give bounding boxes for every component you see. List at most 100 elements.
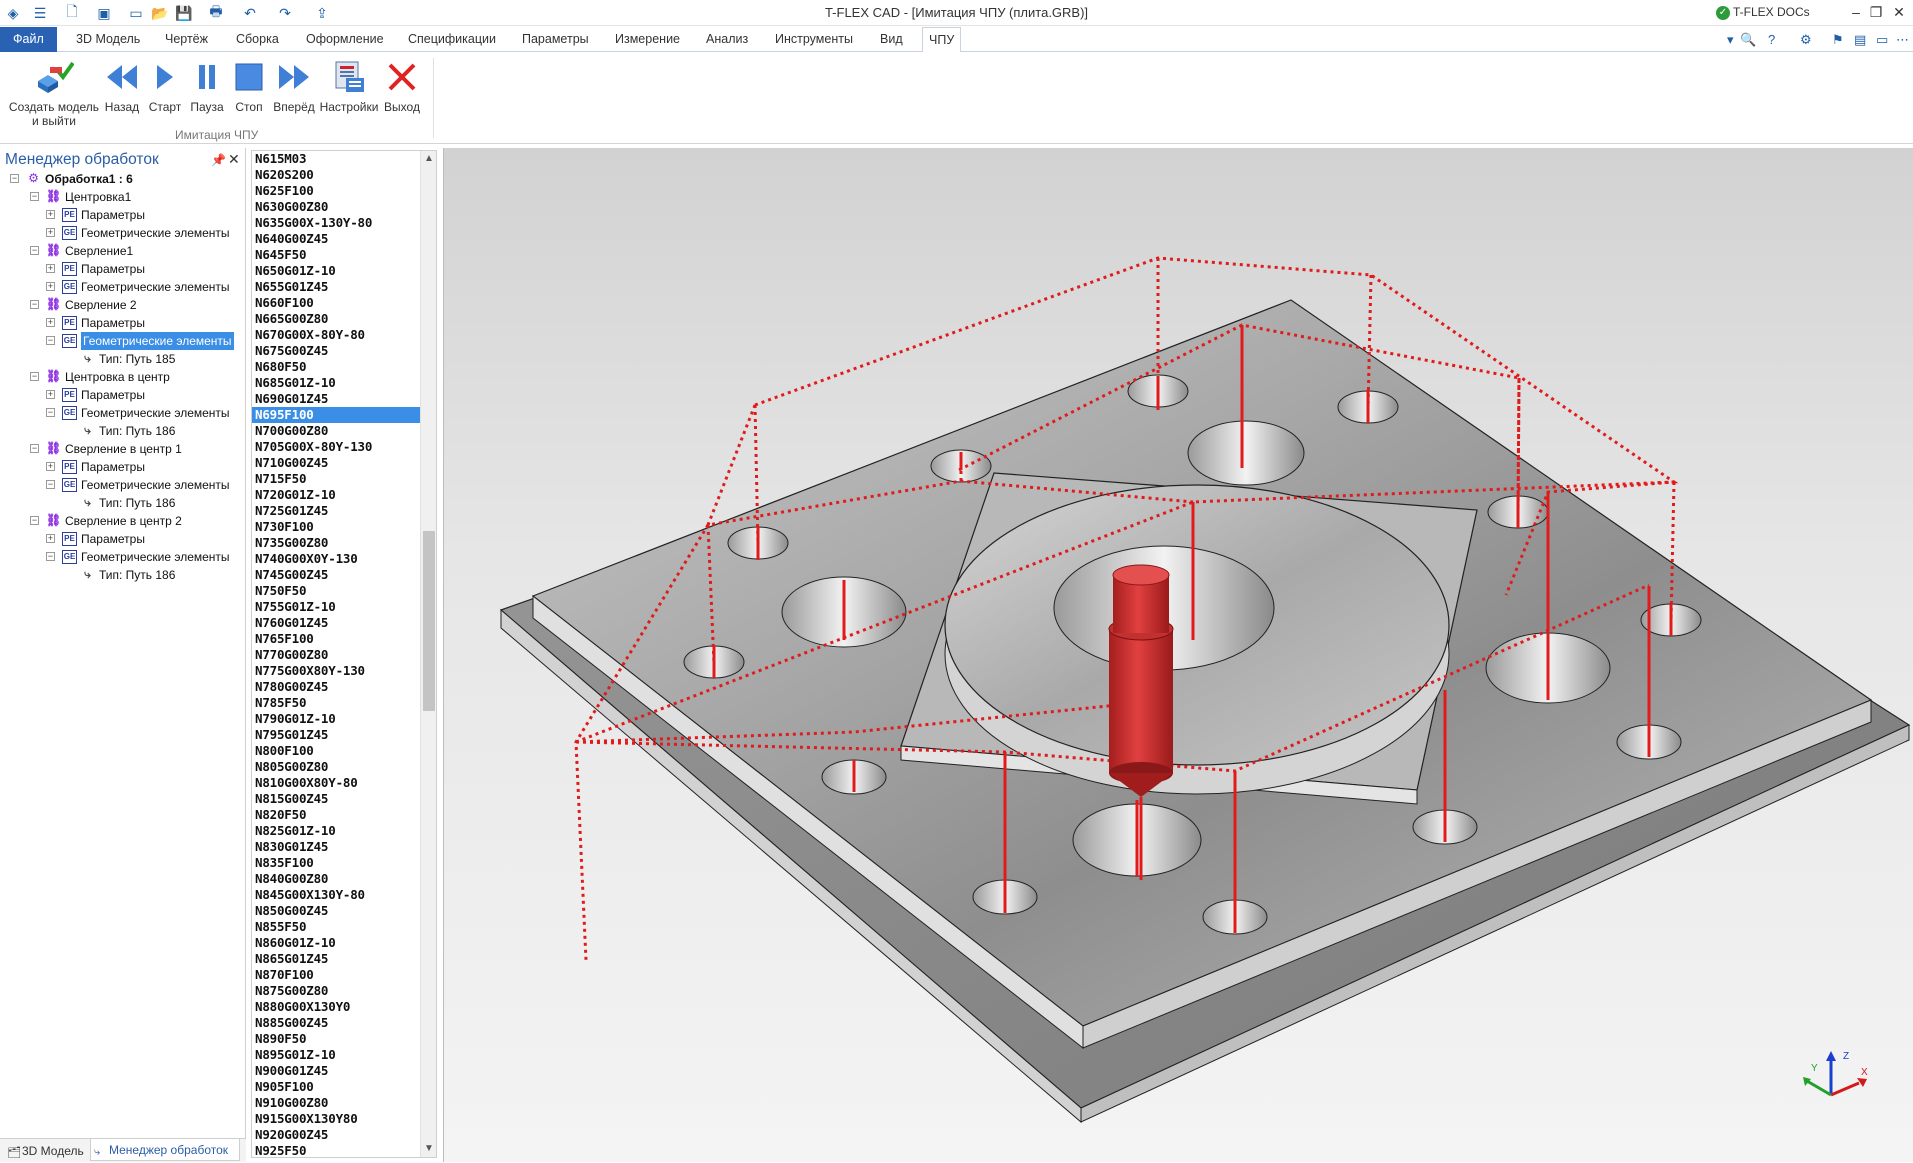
tree-geometry[interactable]: − GE Геометрические элементы: [0, 548, 246, 566]
expand-icon[interactable]: +: [46, 228, 55, 237]
tab-file[interactable]: Файл: [0, 27, 57, 52]
tab-cnc[interactable]: ЧПУ: [922, 27, 962, 53]
nc-code-line[interactable]: N795G01Z45: [252, 727, 420, 743]
nc-code-line[interactable]: N810G00X80Y-80: [252, 775, 420, 791]
collapse-icon[interactable]: −: [46, 480, 55, 489]
tree-operation[interactable]: − ⛓ Сверление в центр 1: [0, 440, 246, 458]
back-button[interactable]: Назад: [102, 58, 142, 114]
nc-code-line[interactable]: N755G01Z-10: [252, 599, 420, 615]
nc-code-line[interactable]: N720G01Z-10: [252, 487, 420, 503]
tab-specifications[interactable]: Спецификации: [402, 27, 502, 52]
docs-label[interactable]: T-FLEX DOCs: [1733, 5, 1810, 19]
nc-code-line[interactable]: N790G01Z-10: [252, 711, 420, 727]
tab-view[interactable]: Вид: [874, 27, 909, 52]
nc-code-line[interactable]: N895G01Z-10: [252, 1047, 420, 1063]
nc-code-line[interactable]: N845G00X130Y-80: [252, 887, 420, 903]
nc-code-line[interactable]: N700G00Z80: [252, 423, 420, 439]
tree-parameters[interactable]: + PE Параметры: [0, 260, 246, 278]
pause-button[interactable]: Пауза: [188, 58, 226, 114]
3d-viewport[interactable]: Y Z X: [443, 148, 1913, 1162]
expand-icon[interactable]: +: [46, 390, 55, 399]
nc-code-line[interactable]: N825G01Z-10: [252, 823, 420, 839]
collapse-icon[interactable]: −: [46, 552, 55, 561]
search-icon[interactable]: 🔍: [1740, 32, 1756, 48]
flag-icon[interactable]: ⚑: [1832, 32, 1844, 48]
nc-code-line[interactable]: N880G00X130Y0: [252, 999, 420, 1015]
nc-code-line[interactable]: N865G01Z45: [252, 951, 420, 967]
nc-code-line[interactable]: N780G00Z45: [252, 679, 420, 695]
nc-code-line[interactable]: N770G00Z80: [252, 647, 420, 663]
collapse-icon[interactable]: −: [30, 444, 39, 453]
tree-geometry[interactable]: − GE Геометрические элементы: [0, 476, 246, 494]
pin-icon[interactable]: 📌: [211, 153, 226, 167]
scroll-thumb[interactable]: [423, 531, 435, 711]
nc-code-line[interactable]: N675G00Z45: [252, 343, 420, 359]
collapse-icon[interactable]: −: [46, 408, 55, 417]
tree-operation[interactable]: − ⛓ Сверление1: [0, 242, 246, 260]
nc-code-line[interactable]: N645F50: [252, 247, 420, 263]
dropdown-icon[interactable]: ▾: [1727, 32, 1734, 48]
tree-geometry[interactable]: + GE Геометрические элементы: [0, 278, 246, 296]
nc-code-line[interactable]: N740G00X0Y-130: [252, 551, 420, 567]
nc-code-line[interactable]: N785F50: [252, 695, 420, 711]
nc-code-line[interactable]: N615M03: [252, 151, 420, 167]
more-icon[interactable]: ⋯: [1896, 32, 1909, 48]
nc-code-line[interactable]: N830G01Z45: [252, 839, 420, 855]
collapse-icon[interactable]: −: [30, 300, 39, 309]
nc-code-line[interactable]: N725G01Z45: [252, 503, 420, 519]
tab-operations-manager[interactable]: ⤷ Менеджер обработок: [90, 1139, 240, 1161]
close-icon[interactable]: ✕: [1885, 4, 1913, 21]
nc-code-line[interactable]: N760G01Z45: [252, 615, 420, 631]
nc-code-line[interactable]: N730F100: [252, 519, 420, 535]
nc-code-line[interactable]: N920G00Z45: [252, 1127, 420, 1143]
tree-parameters[interactable]: + PE Параметры: [0, 458, 246, 476]
nc-code-line[interactable]: N695F100: [252, 407, 420, 423]
collapse-icon[interactable]: −: [10, 174, 19, 183]
tab-assembly[interactable]: Сборка: [230, 27, 285, 52]
nc-code-line[interactable]: N625F100: [252, 183, 420, 199]
expand-icon[interactable]: +: [46, 264, 55, 273]
nc-code-line[interactable]: N835F100: [252, 855, 420, 871]
panel-icon[interactable]: ▭: [1876, 32, 1888, 48]
nc-code-line[interactable]: N640G00Z45: [252, 231, 420, 247]
tree-geometry[interactable]: − GE Геометрические элементы: [0, 404, 246, 422]
tab-drawing[interactable]: Чертёж: [159, 27, 214, 52]
tab-measure[interactable]: Измерение: [609, 27, 686, 52]
nc-code-line[interactable]: N710G00Z45: [252, 455, 420, 471]
tree-operation[interactable]: − ⛓ Сверление 2: [0, 296, 246, 314]
nc-code-line[interactable]: N815G00Z45: [252, 791, 420, 807]
collapse-icon[interactable]: −: [30, 516, 39, 525]
nc-code-line[interactable]: N875G00Z80: [252, 983, 420, 999]
tab-parameters[interactable]: Параметры: [516, 27, 595, 52]
collapse-icon[interactable]: −: [46, 336, 55, 345]
nc-code-line[interactable]: N925F50: [252, 1143, 420, 1157]
settings-button[interactable]: Настройки: [317, 58, 381, 114]
nc-code-line[interactable]: N705G00X-80Y-130: [252, 439, 420, 455]
layout-icon[interactable]: ▤: [1854, 32, 1866, 48]
tree-operation[interactable]: − ⛓ Сверление в центр 2: [0, 512, 246, 530]
expand-icon[interactable]: +: [46, 210, 55, 219]
nc-code-line[interactable]: N805G00Z80: [252, 759, 420, 775]
nc-code-line[interactable]: N885G00Z45: [252, 1015, 420, 1031]
nc-code-line[interactable]: N750F50: [252, 583, 420, 599]
gear-icon[interactable]: ⚙: [1800, 32, 1812, 48]
scroll-down-icon[interactable]: ▼: [421, 1141, 436, 1157]
nc-code-line[interactable]: N905F100: [252, 1079, 420, 1095]
create-model-button[interactable]: Создать модель и выйти: [8, 58, 100, 128]
nc-code-line[interactable]: N900G01Z45: [252, 1063, 420, 1079]
tab-analysis[interactable]: Анализ: [700, 27, 754, 52]
tree-geometry[interactable]: − GE Геометрические элементы: [0, 332, 246, 350]
nc-code-line[interactable]: N855F50: [252, 919, 420, 935]
nc-code-line[interactable]: N650G01Z-10: [252, 263, 420, 279]
tab-design[interactable]: Оформление: [300, 27, 390, 52]
tab-tools[interactable]: Инструменты: [769, 27, 859, 52]
forward-button[interactable]: Вперёд: [272, 58, 316, 114]
collapse-icon[interactable]: −: [30, 246, 39, 255]
nc-code-line[interactable]: N800F100: [252, 743, 420, 759]
tree-path[interactable]: ⤷ Тип: Путь 186: [0, 422, 246, 440]
start-button[interactable]: Старт: [146, 58, 184, 114]
nc-code-line[interactable]: N860G01Z-10: [252, 935, 420, 951]
tree-parameters[interactable]: + PE Параметры: [0, 314, 246, 332]
nc-code-line[interactable]: N765F100: [252, 631, 420, 647]
nc-code-line[interactable]: N820F50: [252, 807, 420, 823]
